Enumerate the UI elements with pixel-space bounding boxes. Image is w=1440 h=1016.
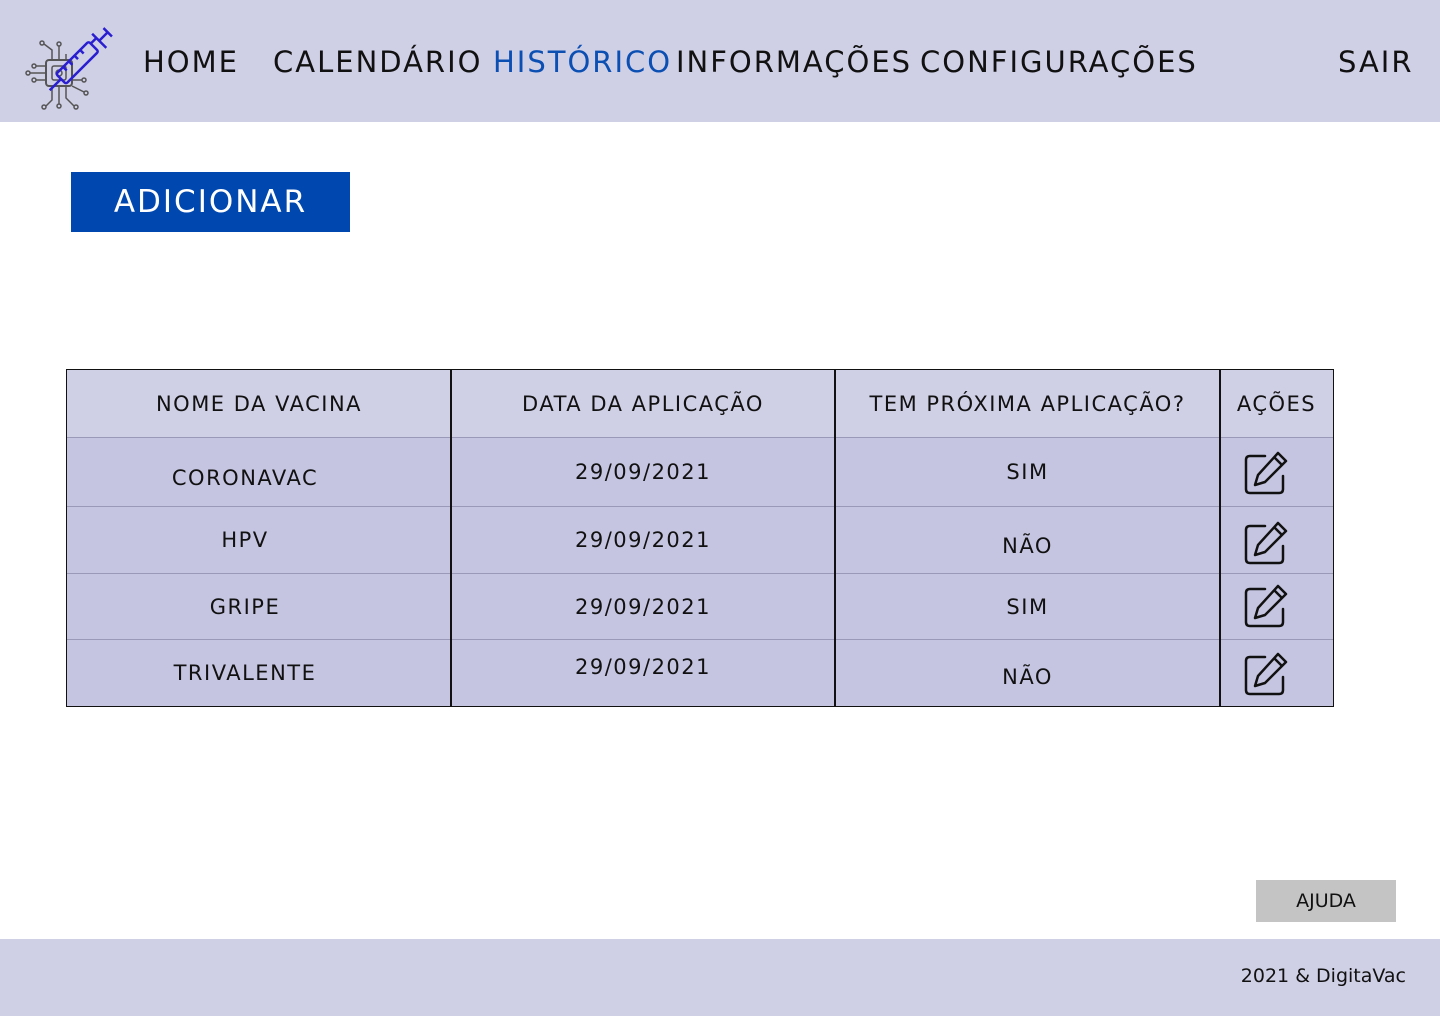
- top-nav-bar: HOME CALENDÁRIO HISTÓRICO INFORMAÇÕES CO…: [0, 0, 1440, 122]
- table-row: GRIPE 29/09/2021 SIM: [67, 574, 1333, 640]
- column-divider: [450, 370, 452, 706]
- table-row: TRIVALENTE 29/09/2021 NÃO: [67, 640, 1333, 706]
- next-application-cell: SIM: [1006, 460, 1049, 484]
- edit-icon[interactable]: [1243, 651, 1289, 697]
- column-header-next-application: TEM PRÓXIMA APLICAÇÃO?: [869, 392, 1186, 416]
- application-date-cell: 29/09/2021: [574, 528, 712, 552]
- vaccine-name-cell: TRIVALENTE: [173, 661, 317, 685]
- next-application-cell: NÃO: [1002, 665, 1053, 689]
- nav-informacoes[interactable]: INFORMAÇÕES: [676, 42, 912, 82]
- edit-icon[interactable]: [1243, 583, 1289, 629]
- column-header-vaccine-name: NOME DA VACINA: [155, 392, 363, 416]
- logout-link[interactable]: SAIR: [1338, 42, 1414, 82]
- table-row: CORONAVAC 29/09/2021 SIM: [67, 438, 1333, 507]
- vaccine-history-table: NOME DA VACINA DATA DA APLICAÇÃO TEM PRÓ…: [66, 369, 1334, 707]
- next-application-cell: NÃO: [1002, 534, 1053, 558]
- nav-historico[interactable]: HISTÓRICO: [493, 42, 672, 82]
- vaccine-name-cell: GRIPE: [209, 594, 281, 619]
- footer: 2021 & DigitaVac: [0, 939, 1440, 1016]
- edit-icon[interactable]: [1243, 520, 1289, 566]
- vaccine-name-cell: HPV: [221, 528, 269, 552]
- nav-calendario[interactable]: CALENDÁRIO: [273, 42, 482, 82]
- syringe-chip-icon[interactable]: [24, 8, 132, 116]
- nav-home[interactable]: HOME: [143, 42, 239, 82]
- nav-configuracoes[interactable]: CONFIGURAÇÕES: [920, 42, 1198, 82]
- add-vaccine-button[interactable]: ADICIONAR: [71, 172, 350, 232]
- application-date-cell: 29/09/2021: [574, 655, 712, 679]
- vaccine-name-cell: CORONAVAC: [171, 466, 319, 490]
- table-row: HPV 29/09/2021 NÃO: [67, 507, 1333, 574]
- help-button[interactable]: AJUDA: [1256, 880, 1396, 922]
- next-application-cell: SIM: [1006, 594, 1049, 619]
- column-divider: [834, 370, 836, 706]
- application-date-cell: 29/09/2021: [574, 460, 712, 484]
- edit-icon[interactable]: [1243, 450, 1289, 496]
- column-divider: [1219, 370, 1221, 706]
- table-header-row: NOME DA VACINA DATA DA APLICAÇÃO TEM PRÓ…: [67, 370, 1333, 438]
- copyright-text: 2021 & DigitaVac: [1240, 965, 1406, 987]
- application-date-cell: 29/09/2021: [574, 594, 712, 619]
- column-header-application-date: DATA DA APLICAÇÃO: [522, 392, 764, 416]
- column-header-actions: AÇÕES: [1236, 392, 1317, 416]
